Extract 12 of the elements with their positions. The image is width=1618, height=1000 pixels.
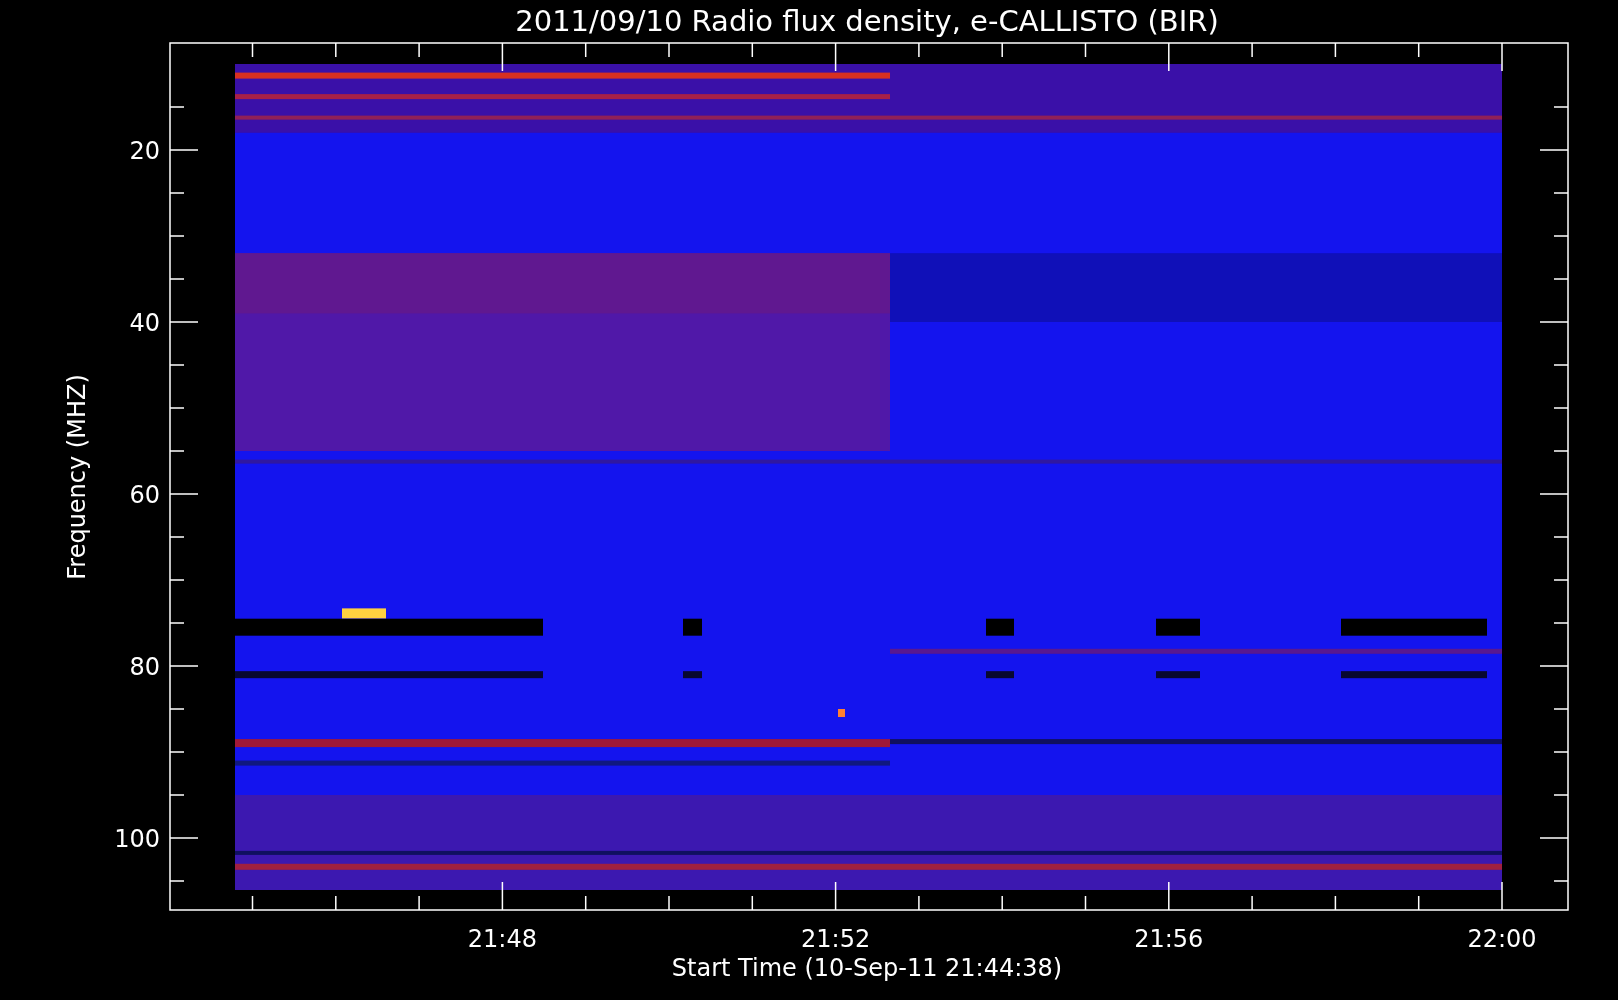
x-tick-label: 21:52 bbox=[801, 925, 871, 953]
x-tick-label: 21:48 bbox=[467, 925, 537, 953]
y-tick-label: 100 bbox=[114, 825, 160, 853]
y-tick-label: 20 bbox=[129, 137, 160, 165]
y-axis-label: Frequency (MHZ) bbox=[63, 374, 91, 580]
y-tick-label: 40 bbox=[129, 309, 160, 337]
x-tick-label: 21:56 bbox=[1134, 925, 1204, 953]
y-tick-label: 60 bbox=[129, 481, 160, 509]
x-tick-label: 22:00 bbox=[1467, 925, 1537, 953]
y-tick-label: 80 bbox=[129, 653, 160, 681]
x-axis-label: Start Time (10-Sep-11 21:44:38) bbox=[671, 954, 1063, 982]
plot-title: 2011/09/10 Radio flux density, e-CALLISTO (BIR) bbox=[515, 4, 1219, 38]
